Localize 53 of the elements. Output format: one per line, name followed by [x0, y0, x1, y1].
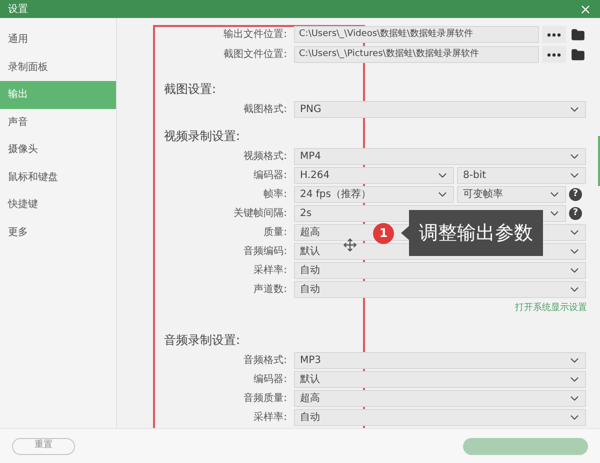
dropdown[interactable]: PNG: [294, 101, 586, 118]
dropdown[interactable]: 24 fps（推荐）: [294, 186, 454, 203]
field-label: 编码器:: [252, 168, 288, 183]
more-dots-icon: [547, 52, 561, 56]
field-label: 关键帧间隔:: [232, 206, 288, 221]
field-label: 采样率:: [252, 410, 288, 425]
dropdown[interactable]: 默认: [294, 371, 586, 388]
dropdown[interactable]: 8-bit: [457, 167, 586, 184]
sidebar-item[interactable]: 摄像头: [0, 136, 116, 164]
dropdown[interactable]: 自动: [294, 281, 586, 298]
folder-icon[interactable]: [571, 48, 585, 62]
help-icon[interactable]: ?: [569, 188, 582, 201]
close-icon[interactable]: [579, 2, 592, 16]
sidebar-item[interactable]: 录制面板: [0, 54, 116, 81]
field-label: 输出文件位置:: [222, 28, 288, 42]
move-cursor-icon: [343, 238, 357, 252]
field-label: 音频编码:: [242, 244, 288, 259]
dropdown[interactable]: H.264: [294, 167, 454, 184]
path-field[interactable]: C:\Users\_\Videos\数据蛙\数据蛙录屏软件: [294, 26, 539, 43]
section-heading: 视频录制设置:: [164, 128, 242, 144]
sidebar-item[interactable]: 声音: [0, 108, 116, 136]
field-label: 视频格式:: [242, 150, 288, 164]
field-label: 截图格式:: [242, 102, 288, 117]
browse-button[interactable]: [542, 46, 566, 63]
dropdown[interactable]: 自动: [294, 262, 586, 279]
path-field[interactable]: C:\Users\_\Pictures\数据蛙\数据蛙录屏软件: [294, 46, 539, 63]
window-title: 设置: [8, 2, 28, 16]
field-label: 采样率:: [252, 264, 288, 278]
browse-button[interactable]: [542, 26, 566, 43]
field-label: 质量:: [262, 226, 288, 240]
help-icon[interactable]: ?: [569, 207, 582, 220]
field-label: 截图文件位置:: [222, 48, 288, 62]
step-number-badge: 1: [373, 222, 394, 244]
sidebar-item[interactable]: 鼠标和键盘: [0, 164, 116, 191]
sidebar-item[interactable]: 通用: [0, 26, 116, 54]
more-dots-icon: [547, 32, 561, 36]
sidebar-item[interactable]: 快捷键: [0, 191, 116, 218]
field-label: 音频质量:: [242, 392, 288, 406]
dropdown[interactable]: 可变帧率: [457, 186, 566, 203]
dropdown[interactable]: 超高: [294, 390, 586, 407]
dropdown[interactable]: 自动: [294, 409, 586, 426]
field-label: 帧率:: [262, 188, 288, 202]
dropdown[interactable]: MP4: [294, 148, 586, 165]
field-label: 音频格式:: [242, 354, 288, 368]
callout-tooltip: 调整输出参数: [409, 210, 543, 256]
scrollbar-thumb[interactable]: [598, 136, 600, 186]
section-heading: 截图设置:: [164, 81, 218, 97]
section-heading: 音频录制设置:: [164, 332, 242, 348]
sidebar-item[interactable]: 更多: [0, 218, 116, 246]
dropdown[interactable]: MP3: [294, 352, 586, 369]
field-label: 声道数:: [252, 282, 288, 297]
folder-icon[interactable]: [571, 28, 585, 42]
field-label: 编码器:: [252, 372, 288, 387]
